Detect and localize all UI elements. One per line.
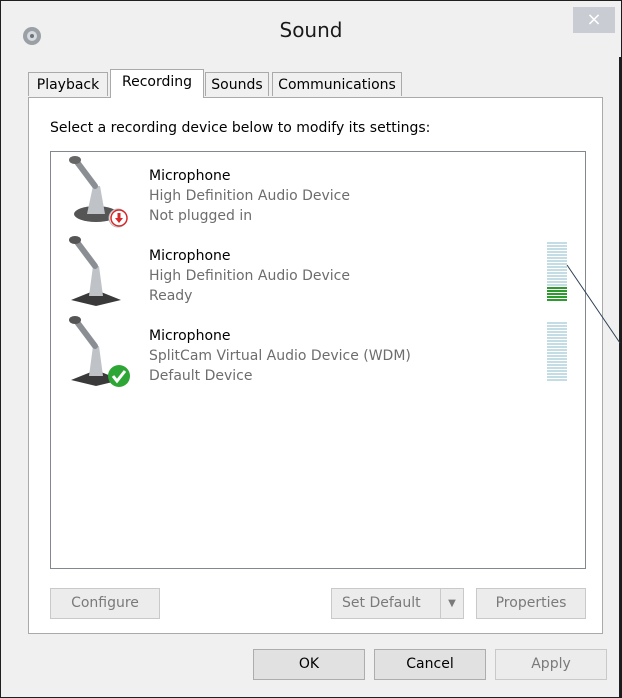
meter-segment xyxy=(547,334,567,336)
meter-segment xyxy=(547,293,567,295)
meter-segment xyxy=(547,325,567,327)
device-status: Ready xyxy=(149,288,193,304)
tab-playback[interactable]: Playback xyxy=(28,72,108,96)
meter-segment xyxy=(547,343,567,345)
sound-dialog: Sound × Playback Recording Sounds Commun… xyxy=(0,0,621,698)
meter-segment xyxy=(547,254,567,256)
meter-segment xyxy=(547,287,567,289)
meter-segment xyxy=(547,367,567,369)
meter-segment xyxy=(547,376,567,378)
meter-segment xyxy=(547,260,567,262)
device-status: Default Device xyxy=(149,368,253,384)
cancel-button[interactable]: Cancel xyxy=(374,649,486,680)
meter-segment xyxy=(547,275,567,277)
device-name: Microphone xyxy=(149,328,231,344)
device-description: High Definition Audio Device xyxy=(149,188,350,204)
meter-segment xyxy=(547,358,567,360)
device-description: SplitCam Virtual Audio Device (WDM) xyxy=(149,348,411,364)
meter-segment xyxy=(547,349,567,351)
device-name: Microphone xyxy=(149,248,231,264)
instruction-text: Select a recording device below to modif… xyxy=(50,120,431,136)
device-status: Not plugged in xyxy=(149,208,253,224)
list-item[interactable]: Microphone SplitCam Virtual Audio Device… xyxy=(51,314,585,394)
meter-segment xyxy=(547,337,567,339)
window-title: Sound xyxy=(279,18,343,42)
meter-segment xyxy=(547,269,567,271)
title-bar: Sound × xyxy=(1,1,621,57)
meter-segment xyxy=(547,296,567,298)
ok-button[interactable]: OK xyxy=(253,649,365,680)
meter-segment xyxy=(547,379,567,381)
device-text: Microphone High Definition Audio Device … xyxy=(149,166,350,226)
set-default-label: Set Default xyxy=(342,595,421,611)
level-meter xyxy=(547,242,567,302)
device-text: Microphone SplitCam Virtual Audio Device… xyxy=(149,326,411,386)
tab-communications[interactable]: Communications xyxy=(272,72,402,96)
unplugged-icon xyxy=(110,209,128,227)
list-item[interactable]: Microphone High Definition Audio Device … xyxy=(51,234,585,314)
meter-segment xyxy=(547,373,567,375)
meter-segment xyxy=(547,364,567,366)
chevron-down-icon[interactable]: ▼ xyxy=(440,589,463,618)
device-list[interactable]: Microphone High Definition Audio Device … xyxy=(50,151,586,569)
device-text: Microphone High Definition Audio Device … xyxy=(149,246,350,306)
recording-panel: Select a recording device below to modif… xyxy=(28,97,603,634)
device-name: Microphone xyxy=(149,168,231,184)
device-description: High Definition Audio Device xyxy=(149,268,350,284)
tab-recording[interactable]: Recording xyxy=(110,69,204,98)
meter-segment xyxy=(547,263,567,265)
meter-segment xyxy=(547,248,567,250)
meter-segment xyxy=(547,266,567,268)
meter-segment xyxy=(547,299,567,301)
close-button[interactable]: × xyxy=(573,7,615,33)
meter-segment xyxy=(547,245,567,247)
meter-segment xyxy=(547,370,567,372)
meter-segment xyxy=(547,355,567,357)
meter-segment xyxy=(547,346,567,348)
meter-segment xyxy=(547,242,567,244)
list-item[interactable]: Microphone High Definition Audio Device … xyxy=(51,154,585,234)
tab-sounds[interactable]: Sounds xyxy=(205,72,269,96)
meter-segment xyxy=(547,257,567,259)
meter-segment xyxy=(547,272,567,274)
level-meter xyxy=(547,322,567,382)
properties-button[interactable]: Properties xyxy=(476,588,586,619)
meter-segment xyxy=(547,328,567,330)
meter-segment xyxy=(547,278,567,280)
meter-segment xyxy=(547,281,567,283)
configure-button[interactable]: Configure xyxy=(50,588,160,619)
meter-segment xyxy=(547,352,567,354)
meter-segment xyxy=(547,284,567,286)
meter-segment xyxy=(547,340,567,342)
set-default-button[interactable]: Set Default ▼ xyxy=(331,588,464,619)
meter-segment xyxy=(547,290,567,292)
meter-segment xyxy=(547,361,567,363)
default-check-icon xyxy=(108,365,130,387)
meter-segment xyxy=(547,322,567,324)
meter-segment xyxy=(547,251,567,253)
apply-button[interactable]: Apply xyxy=(495,649,607,680)
meter-segment xyxy=(547,331,567,333)
microphone-icon xyxy=(69,236,121,306)
